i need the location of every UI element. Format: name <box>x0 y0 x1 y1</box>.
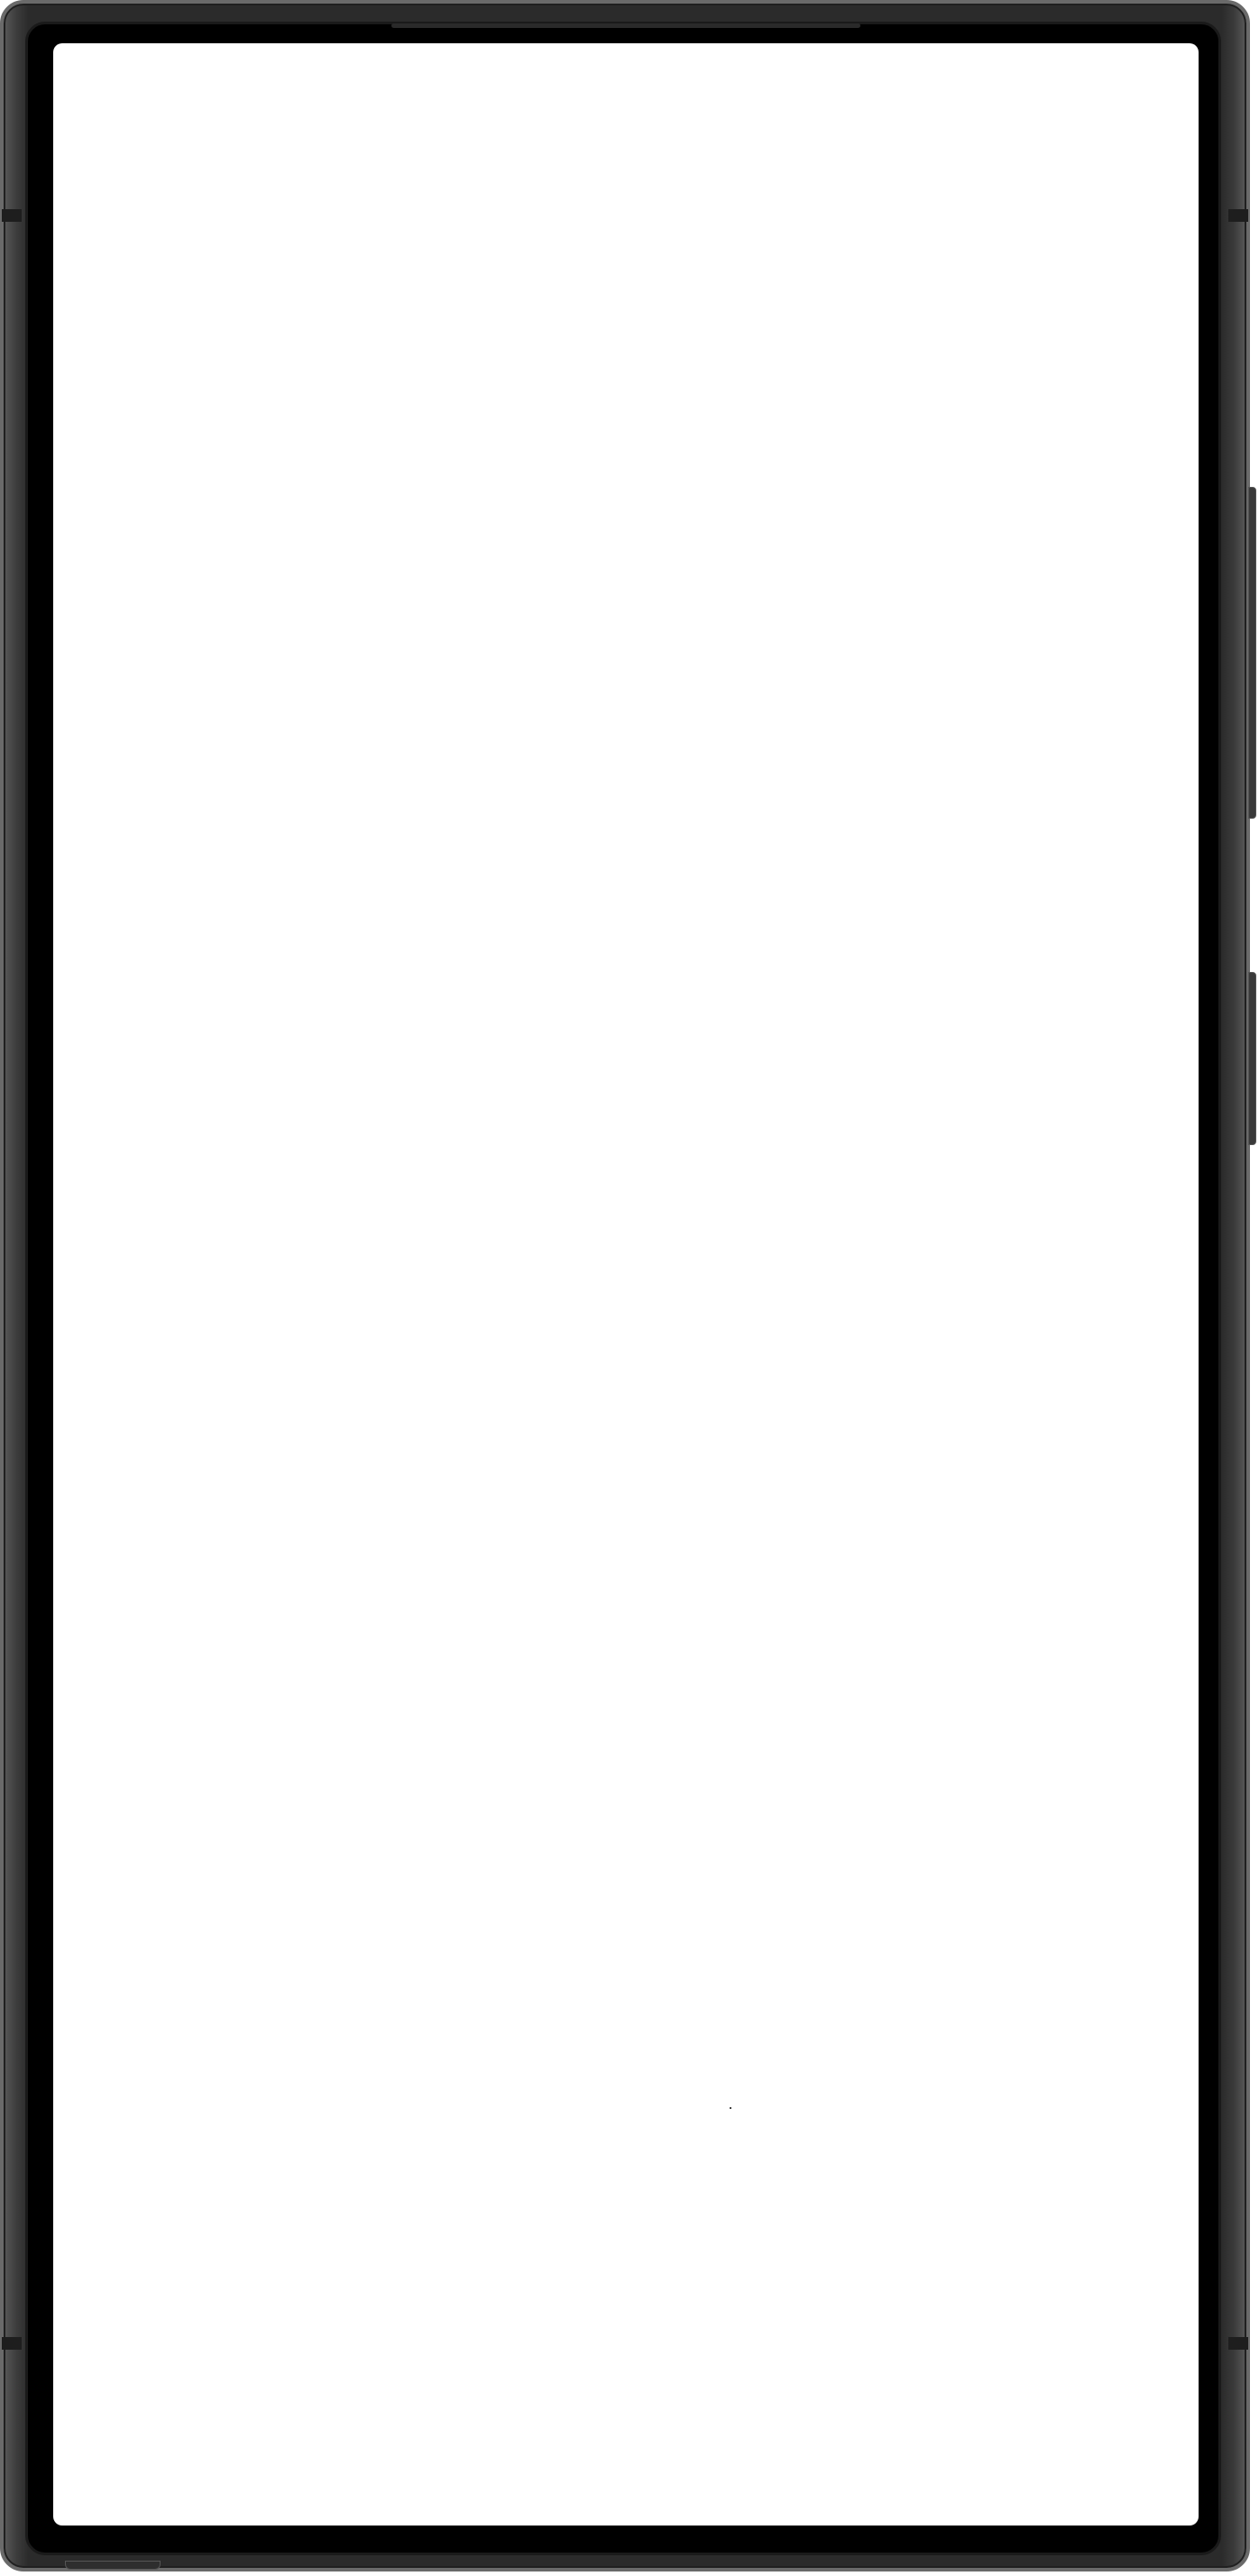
top-speaker-grille <box>391 23 860 28</box>
screen[interactable] <box>53 43 1199 2526</box>
bottom-port <box>65 2561 161 2570</box>
power-button[interactable] <box>1248 487 1256 819</box>
volume-button[interactable] <box>1248 972 1256 1145</box>
device-canvas <box>0 0 1259 2576</box>
screen-pixel-dot <box>730 2107 731 2109</box>
antenna-line <box>1228 209 1248 222</box>
antenna-line <box>2 2337 22 2350</box>
antenna-line <box>1228 2337 1248 2350</box>
antenna-line <box>2 209 22 222</box>
